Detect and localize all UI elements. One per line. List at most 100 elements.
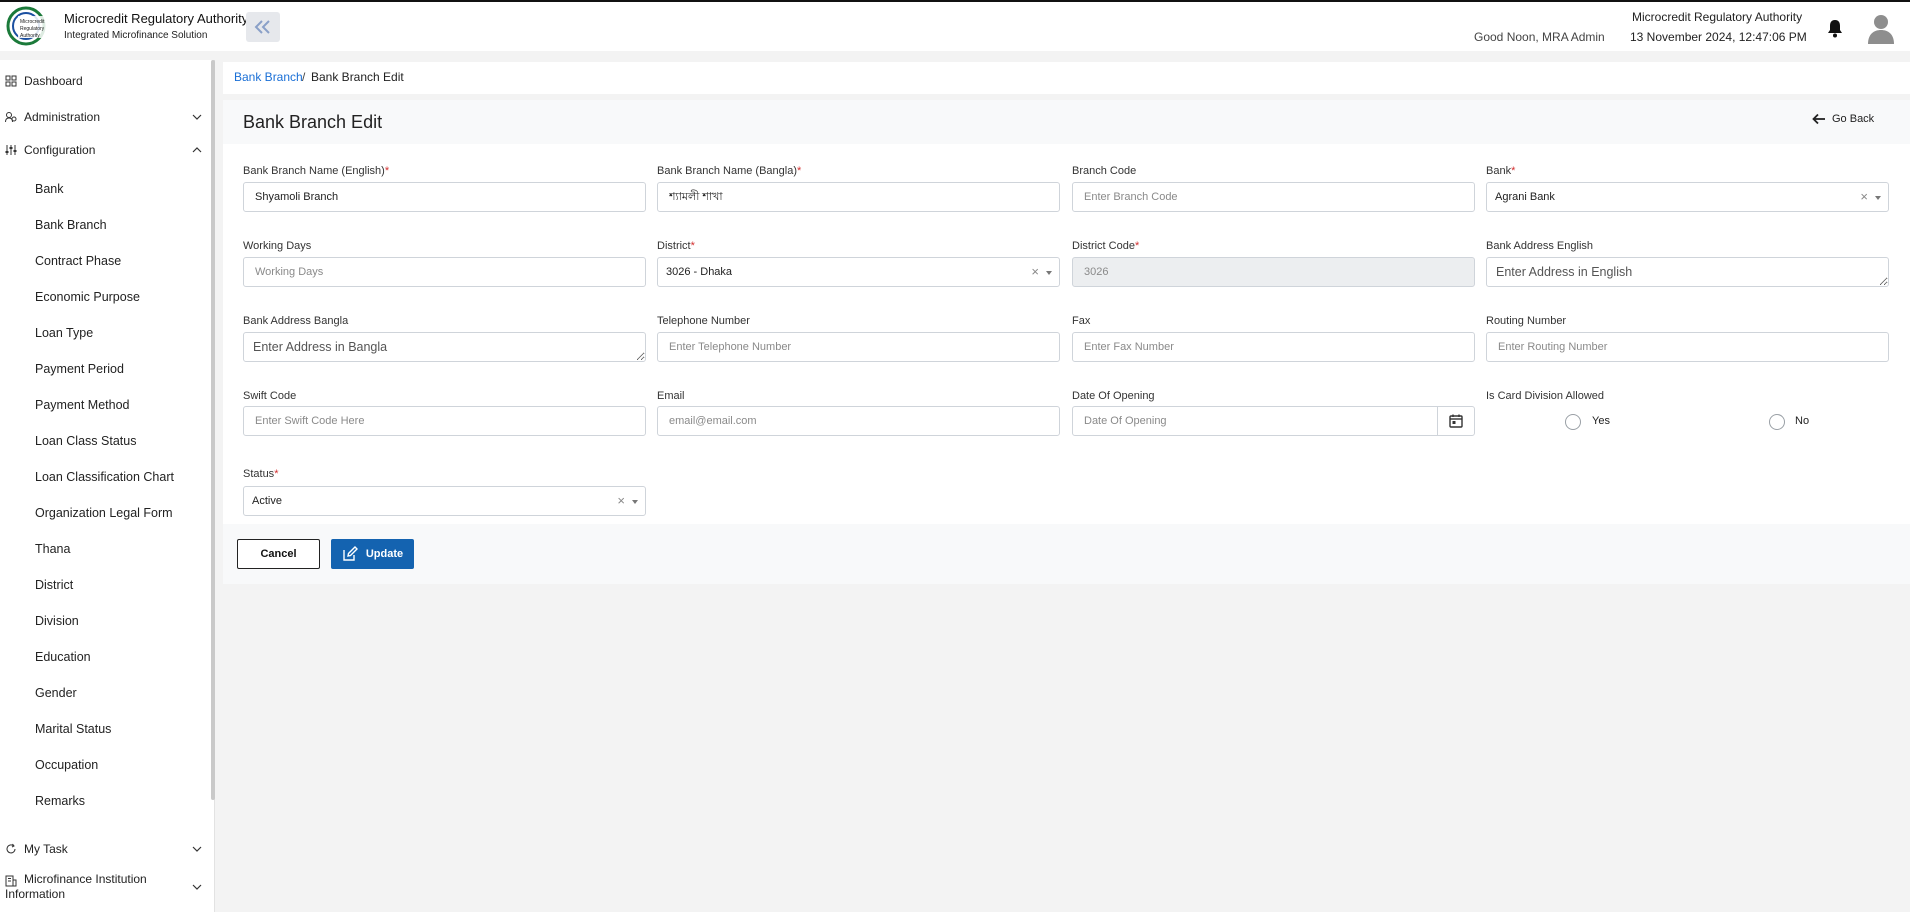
radio-no-label: No [1795, 415, 1810, 427]
user-avatar-icon[interactable] [1866, 12, 1896, 44]
swift-code-input[interactable] [243, 406, 646, 436]
district-select[interactable]: 3026 - Dhaka × [657, 257, 1060, 287]
svg-text:Regulatory: Regulatory [20, 26, 45, 32]
routing-number-input[interactable] [1486, 332, 1889, 362]
address-bn-label: Bank Address Bangla [243, 315, 349, 327]
sidebar-item-label: My Task [24, 842, 68, 856]
address-en-label: Bank Address English [1486, 240, 1594, 252]
sidebar-item-label: Dashboard [24, 74, 83, 88]
sidebar-item-dashboard[interactable]: Dashboard [0, 68, 210, 94]
cancel-button[interactable]: Cancel [237, 539, 320, 569]
org-name: Microcredit Regulatory Authority [1632, 10, 1803, 24]
bank-selected-value: Agrani Bank [1495, 191, 1555, 203]
status-selected-value: Active [252, 495, 282, 507]
sidebar-item-administration[interactable]: Administration [0, 104, 210, 130]
radio-yes-label: Yes [1592, 415, 1610, 427]
district-code-label: District Code* [1072, 240, 1140, 252]
fax-input[interactable] [1072, 332, 1475, 362]
sidebar-item-contract-phase[interactable]: Contract Phase [35, 252, 121, 270]
sidebar-item-payment-method[interactable]: Payment Method [35, 396, 130, 414]
sidebar-item-economic-purpose[interactable]: Economic Purpose [35, 288, 140, 306]
sidebar-scrollbar[interactable] [211, 60, 215, 800]
chevron-up-icon [192, 147, 202, 153]
email-input[interactable] [657, 406, 1060, 436]
branch-name-english-input[interactable] [243, 182, 646, 212]
sidebar-item-payment-period[interactable]: Payment Period [35, 360, 124, 378]
email-label: Email [657, 390, 685, 402]
sidebar-item-bank[interactable]: Bank [35, 180, 64, 198]
branch-name-bangla-input[interactable] [657, 182, 1060, 212]
sidebar-item-loan-class-status[interactable]: Loan Class Status [35, 432, 136, 450]
sidebar-collapse-button[interactable] [246, 12, 280, 42]
chevron-down-icon [192, 846, 202, 852]
admin-users-icon [5, 112, 17, 123]
go-back-button[interactable]: Go Back [1812, 113, 1874, 125]
sidebar-item-thana[interactable]: Thana [35, 540, 70, 558]
breadcrumb-link-bank-branch[interactable]: Bank Branch [234, 70, 303, 84]
sidebar-item-bank-branch[interactable]: Bank Branch [35, 216, 107, 234]
swift-label: Swift Code [243, 390, 297, 402]
breadcrumb-current: Bank Branch Edit [311, 70, 404, 84]
sidebar-item-loan-classification-chart[interactable]: Loan Classification Chart [35, 468, 174, 486]
bell-icon[interactable] [1826, 18, 1844, 38]
caret-down-icon [1046, 271, 1052, 275]
clear-icon[interactable]: × [617, 493, 625, 508]
card-division-label: Is Card Division Allowed [1486, 390, 1604, 402]
app-title: Microcredit Regulatory Authority [64, 11, 249, 26]
sidebar-item-organization-legal-form[interactable]: Organization Legal Form [35, 504, 173, 522]
sidebar-item-configuration[interactable]: Configuration [0, 137, 210, 163]
sidebar-item-gender[interactable]: Gender [35, 684, 77, 702]
card-division-no-radio[interactable] [1769, 414, 1785, 430]
update-button[interactable]: Update [331, 539, 414, 569]
sidebar [0, 60, 215, 912]
caret-down-icon [1875, 196, 1881, 200]
address-english-textarea[interactable] [1486, 257, 1889, 287]
refresh-icon [6, 843, 16, 854]
opening-date-label: Date Of Opening [1072, 390, 1155, 402]
sidebar-item-label: Configuration [24, 143, 96, 157]
card-division-yes-radio[interactable] [1565, 414, 1581, 430]
top-header: Microcredit Regulatory Authority Microcr… [0, 2, 1910, 51]
form-footer [223, 524, 1910, 584]
sidebar-item-label: Administration [24, 110, 101, 124]
sidebar-item-marital-status[interactable]: Marital Status [35, 720, 111, 738]
current-datetime: 13 November 2024, 12:47:06 PM [1630, 30, 1807, 44]
sidebar-item-division[interactable]: Division [35, 612, 79, 630]
clear-icon[interactable]: × [1031, 264, 1039, 279]
edit-icon [343, 546, 358, 561]
address-bangla-textarea[interactable] [243, 332, 646, 362]
bank-select[interactable]: Agrani Bank × [1486, 182, 1889, 212]
bank-label: Bank* [1486, 165, 1516, 177]
name-bn-label: Bank Branch Name (Bangla)* [657, 165, 802, 177]
routing-label: Routing Number [1486, 315, 1567, 327]
branch-code-label: Branch Code [1072, 165, 1137, 177]
building-icon [5, 875, 17, 887]
sliders-icon [5, 145, 17, 155]
update-label: Update [365, 548, 404, 560]
opening-date-input[interactable] [1072, 406, 1475, 436]
status-select[interactable]: Active × [243, 486, 646, 516]
sidebar-item-loan-type[interactable]: Loan Type [35, 324, 93, 342]
fax-label: Fax [1072, 315, 1091, 327]
clear-icon[interactable]: × [1860, 189, 1868, 204]
arrow-left-icon [1812, 113, 1825, 125]
app-subtitle: Integrated Microfinance Solution [64, 30, 208, 41]
calendar-button[interactable] [1437, 406, 1474, 436]
sidebar-item-remarks[interactable]: Remarks [35, 792, 85, 810]
sidebar-item-mfi-information[interactable]: Microfinance Institution Information [0, 872, 210, 902]
telephone-input[interactable] [657, 332, 1060, 362]
greeting-text: Good Noon, MRA Admin [1474, 30, 1605, 44]
branch-code-input[interactable] [1072, 182, 1475, 212]
sidebar-item-my-task[interactable]: My Task [0, 836, 210, 862]
sidebar-item-district[interactable]: District [35, 576, 73, 594]
sidebar-item-occupation[interactable]: Occupation [35, 756, 98, 774]
grid-icon [5, 75, 17, 87]
go-back-label: Go Back [1832, 113, 1875, 125]
breadcrumb [223, 62, 1910, 94]
name-en-label: Bank Branch Name (English)* [243, 165, 390, 177]
sidebar-item-label-line2: Information [5, 887, 66, 901]
sidebar-item-education[interactable]: Education [35, 648, 91, 666]
card-header [223, 100, 1910, 144]
working-days-input[interactable] [243, 257, 646, 287]
double-chevron-left-icon [254, 20, 270, 34]
